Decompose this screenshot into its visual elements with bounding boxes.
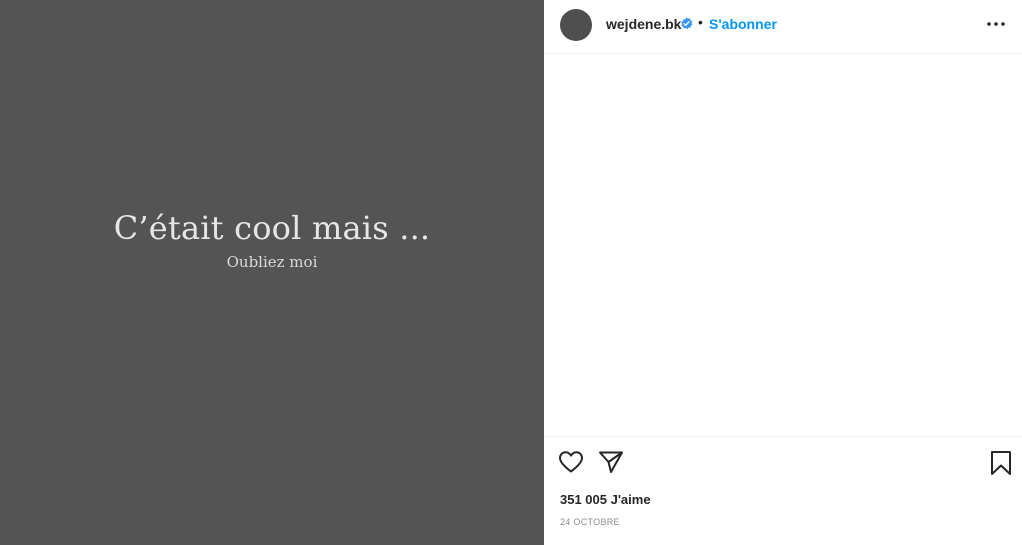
post-date[interactable]: 24 OCTOBRE bbox=[560, 517, 620, 527]
media-subtitle-text: Oubliez moi bbox=[226, 253, 318, 271]
bookmark-icon[interactable] bbox=[988, 450, 1014, 476]
more-horizontal-icon[interactable] bbox=[984, 14, 1008, 34]
username-link[interactable]: wejdene.bk bbox=[606, 16, 681, 32]
post-media[interactable]: C’était cool mais ... Oubliez moi bbox=[0, 0, 544, 545]
likes-count[interactable]: 351 005 J'aime bbox=[560, 492, 651, 507]
heart-icon[interactable] bbox=[558, 450, 584, 474]
avatar[interactable] bbox=[560, 9, 592, 41]
post-sidebar: wejdene.bk • S'abonner 351 005 J'aime 24… bbox=[544, 0, 1022, 545]
post-dialog: C’était cool mais ... Oubliez moi wejden… bbox=[0, 0, 1022, 545]
media-title-text: C’était cool mais ... bbox=[113, 209, 431, 247]
separator-dot: • bbox=[698, 14, 703, 30]
comments-area[interactable] bbox=[544, 54, 1022, 436]
post-header: wejdene.bk • S'abonner bbox=[544, 0, 1022, 54]
follow-button[interactable]: S'abonner bbox=[709, 16, 777, 32]
post-actions: 351 005 J'aime 24 OCTOBRE bbox=[544, 436, 1022, 545]
verified-badge-icon bbox=[681, 17, 693, 30]
paper-plane-icon[interactable] bbox=[598, 450, 624, 474]
